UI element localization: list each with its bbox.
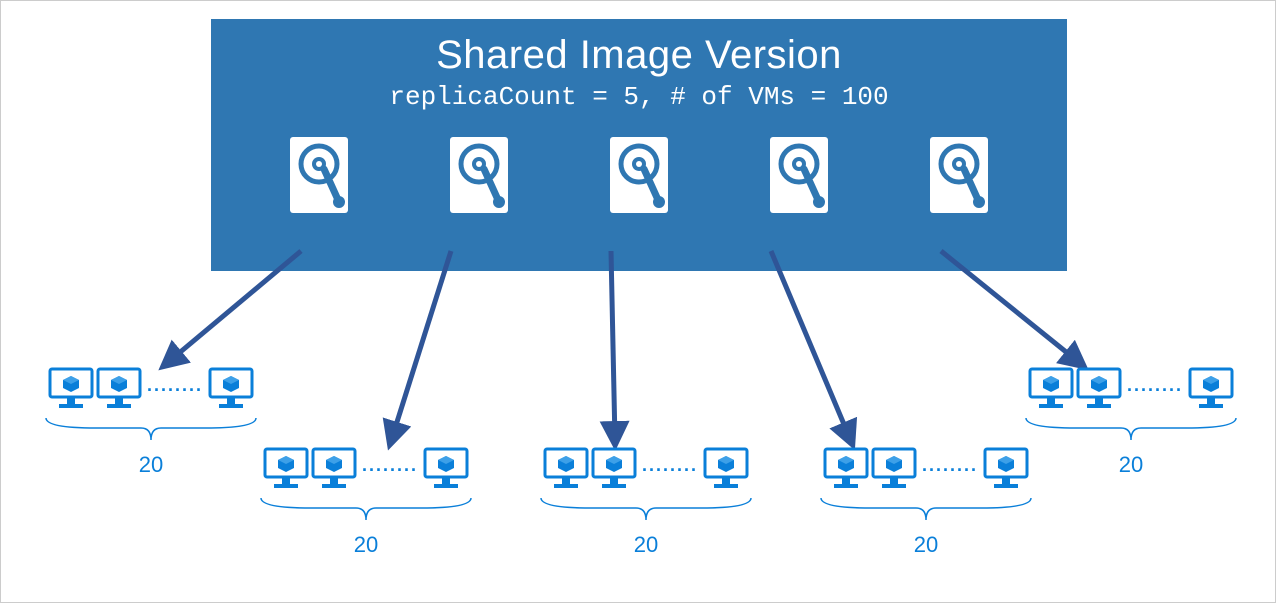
vm-count-label: 20 bbox=[516, 532, 776, 558]
dots-label: ........ bbox=[922, 455, 978, 476]
vm-icon bbox=[1187, 366, 1235, 415]
vm-icon bbox=[95, 366, 143, 415]
vm-icon bbox=[262, 446, 310, 495]
vm-icon bbox=[542, 446, 590, 495]
dots-label: ........ bbox=[147, 375, 203, 396]
brace-icon bbox=[811, 495, 1041, 525]
vm-count-label: 20 bbox=[1006, 452, 1256, 478]
brace-icon bbox=[251, 495, 481, 525]
vm-row: ........ bbox=[26, 366, 276, 415]
brace-icon bbox=[531, 495, 761, 525]
diagram-canvas: Shared Image Version replicaCount = 5, #… bbox=[0, 0, 1276, 603]
dots-label: ........ bbox=[362, 455, 418, 476]
vm-row: ........ bbox=[516, 446, 776, 495]
vm-group: ........ 20 bbox=[516, 446, 776, 558]
vm-count-label: 20 bbox=[796, 532, 1056, 558]
vm-row: ........ bbox=[1006, 366, 1256, 415]
vm-group: ........ 20 bbox=[236, 446, 496, 558]
vm-icon bbox=[702, 446, 750, 495]
vm-icon bbox=[870, 446, 918, 495]
vm-row: ........ bbox=[236, 446, 496, 495]
dots-label: ........ bbox=[1127, 375, 1183, 396]
dots-label: ........ bbox=[642, 455, 698, 476]
vm-icon bbox=[207, 366, 255, 415]
vm-icon bbox=[1027, 366, 1075, 415]
brace-icon bbox=[1016, 415, 1246, 445]
vm-icon bbox=[590, 446, 638, 495]
vm-count-label: 20 bbox=[236, 532, 496, 558]
vm-icon bbox=[422, 446, 470, 495]
vm-icon bbox=[47, 366, 95, 415]
vm-group: ........ 20 bbox=[1006, 366, 1256, 478]
vm-icon bbox=[310, 446, 358, 495]
vm-icon bbox=[822, 446, 870, 495]
brace-icon bbox=[36, 415, 266, 445]
vm-icon bbox=[1075, 366, 1123, 415]
